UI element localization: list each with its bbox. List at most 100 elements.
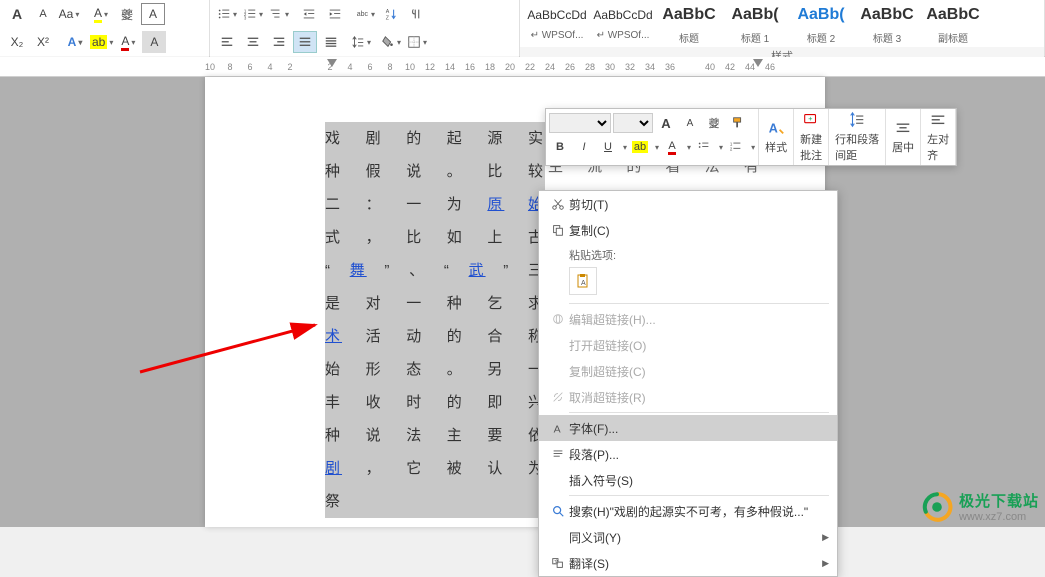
menu-remove-hyperlink: 取消超链接(R)	[539, 384, 837, 410]
style-item[interactable]: AaBb(标题 1	[724, 2, 786, 45]
mini-format-painter[interactable]	[728, 113, 748, 133]
style-item[interactable]: AaBbCcDd↵ WPSOf...	[592, 2, 654, 45]
style-item[interactable]: AaBbC副标题	[922, 2, 984, 45]
doc-line[interactable]: 二：一为原始	[325, 188, 545, 221]
mini-phonetic[interactable]: 夔	[704, 113, 724, 133]
ltr-button[interactable]: abc▾	[353, 3, 377, 25]
mini-highlight[interactable]: ab	[630, 137, 650, 157]
text-effects-button[interactable]: A▾	[63, 31, 87, 53]
borders-button[interactable]: ▾	[405, 31, 429, 53]
svg-text:abc: abc	[357, 11, 369, 18]
align-left-button[interactable]	[215, 31, 239, 53]
bullets-button[interactable]: ▾	[215, 3, 239, 25]
highlight-color-button[interactable]: A▾	[89, 3, 113, 25]
doc-line[interactable]: 术活动的合称	[325, 320, 545, 353]
mini-italic[interactable]: I	[574, 137, 594, 157]
menu-synonym[interactable]: 同义词(Y)▶	[539, 524, 837, 550]
link-edit-icon	[547, 312, 569, 326]
svg-text:文: 文	[554, 558, 559, 565]
text-highlight-button[interactable]: ab▾	[89, 31, 114, 53]
menu-copy[interactable]: 复制(C)	[539, 217, 837, 243]
mini-new-comment-button[interactable]: + 新建 批注	[794, 109, 829, 165]
justify-button[interactable]	[293, 31, 317, 53]
mini-shrink-font[interactable]: A	[680, 113, 700, 133]
mini-underline[interactable]: U	[598, 137, 618, 157]
style-item[interactable]: AaBb(标题 2	[790, 2, 852, 45]
mini-numbering[interactable]: 12	[726, 137, 746, 157]
phonetic-button[interactable]: 夔	[115, 3, 139, 25]
grow-font-button[interactable]: A	[5, 3, 29, 25]
doc-line[interactable]: “舞”、“武”三	[325, 254, 545, 287]
style-item[interactable]: AaBbCcDd↵ WPSOf...	[526, 2, 588, 45]
menu-paragraph[interactable]: 段落(P)...	[539, 441, 837, 467]
increase-indent-button[interactable]	[323, 3, 347, 25]
svg-text:1: 1	[730, 141, 733, 146]
show-marks-button[interactable]	[405, 3, 429, 25]
align-center-button[interactable]	[241, 31, 265, 53]
align-right-button[interactable]	[267, 31, 291, 53]
sort-button[interactable]: AZ	[379, 3, 403, 25]
menu-insert-symbol[interactable]: 插入符号(S)	[539, 467, 837, 493]
char-shading-button[interactable]: A	[142, 31, 166, 53]
doc-line[interactable]: 式，比如上古	[325, 221, 545, 254]
document-selection[interactable]: 戏剧的起源实种假说。比较二：一为原始式，比如上古“舞”、“武”三是对一种乞求术活…	[325, 122, 545, 518]
mini-bullets[interactable]	[694, 137, 714, 157]
menu-open-hyperlink: 打开超链接(O)	[539, 332, 837, 358]
shading-button[interactable]: ▾	[379, 31, 403, 53]
site-watermark: 极光下载站 www.xz7.com	[921, 490, 1039, 523]
mini-font-select[interactable]	[549, 113, 611, 133]
multilevel-button[interactable]: ▾	[267, 3, 291, 25]
doc-line[interactable]: 种假说。比较	[325, 155, 545, 188]
doc-line[interactable]: 祭	[325, 485, 545, 518]
mini-size-select[interactable]	[613, 113, 653, 133]
mini-bold[interactable]: B	[550, 137, 570, 157]
doc-line[interactable]: 始形态。另一	[325, 353, 545, 386]
search-icon	[547, 504, 569, 518]
indent-marker-right[interactable]	[753, 59, 763, 67]
line-spacing-button[interactable]: ▾	[349, 31, 373, 53]
menu-search[interactable]: 搜索(H)"戏剧的起源实不可考，有多种假说..."	[539, 498, 837, 524]
decrease-indent-button[interactable]	[297, 3, 321, 25]
unlink-icon	[547, 390, 569, 404]
ruler[interactable]: 1086422468101214161820222426283032343640…	[0, 57, 1045, 77]
doc-line[interactable]: 丰收时的即兴	[325, 386, 545, 419]
doc-line[interactable]: 是对一种乞求	[325, 287, 545, 320]
change-case-button[interactable]: Aa▾	[57, 3, 81, 25]
char-border-button[interactable]: A	[141, 3, 165, 25]
aurora-logo-icon	[921, 491, 953, 523]
doc-line[interactable]: 种说法主要依	[325, 419, 545, 452]
style-item[interactable]: AaBbC标题	[658, 2, 720, 45]
doc-line[interactable]: 戏剧的起源实	[325, 122, 545, 155]
mini-center-button[interactable]: 居中	[886, 109, 921, 165]
svg-text:A: A	[386, 9, 390, 15]
paste-keep-source[interactable]: A	[569, 267, 597, 295]
translate-icon: 文	[547, 556, 569, 570]
superscript-button[interactable]: X²	[31, 31, 55, 53]
mini-left-align-button[interactable]: 左对 齐	[921, 109, 956, 165]
mini-line-spacing-button[interactable]: 行和段落 间距	[829, 109, 886, 165]
svg-text:Z: Z	[386, 15, 390, 21]
mini-styles-button[interactable]: A 样式	[759, 109, 794, 165]
watermark-title: 极光下载站	[959, 490, 1039, 511]
menu-font[interactable]: A 字体(F)...	[539, 415, 837, 441]
menu-cut[interactable]: 剪切(T)	[539, 191, 837, 217]
font-color-button[interactable]: A▾	[116, 31, 140, 53]
svg-text:3: 3	[244, 15, 247, 20]
mini-grow-font[interactable]: A	[656, 113, 676, 133]
mini-font-color[interactable]: A	[662, 137, 682, 157]
indent-marker-left[interactable]	[327, 59, 337, 67]
svg-text:+: +	[808, 114, 812, 123]
mini-toolbar: A A 夔 B I U▾ ab▾ A▾ ▾ 12▾ A 样式 + 新建 批注 行…	[545, 108, 957, 166]
svg-text:A: A	[581, 280, 586, 287]
distributed-button[interactable]	[319, 31, 343, 53]
style-item[interactable]: AaBbC标题 3	[856, 2, 918, 45]
shrink-font-button[interactable]: A	[31, 3, 55, 25]
numbering-button[interactable]: 123▾	[241, 3, 265, 25]
ribbon: A A Aa▾ A▾ 夔 A X₂ X² A▾ ab▾ A▾ A	[0, 0, 1045, 57]
context-menu: 剪切(T) 复制(C) 粘贴选项: A 编辑超链接(H)... 打开超链接(O)…	[538, 190, 838, 577]
styles-gallery[interactable]: AaBbCcDd↵ WPSOf...AaBbCcDd↵ WPSOf...AaBb…	[520, 0, 1044, 47]
subscript-button[interactable]: X₂	[5, 31, 29, 53]
watermark-url: www.xz7.com	[959, 511, 1039, 523]
menu-translate[interactable]: 文 翻译(S)▶	[539, 550, 837, 576]
doc-line[interactable]: 剧，它被认为	[325, 452, 545, 485]
